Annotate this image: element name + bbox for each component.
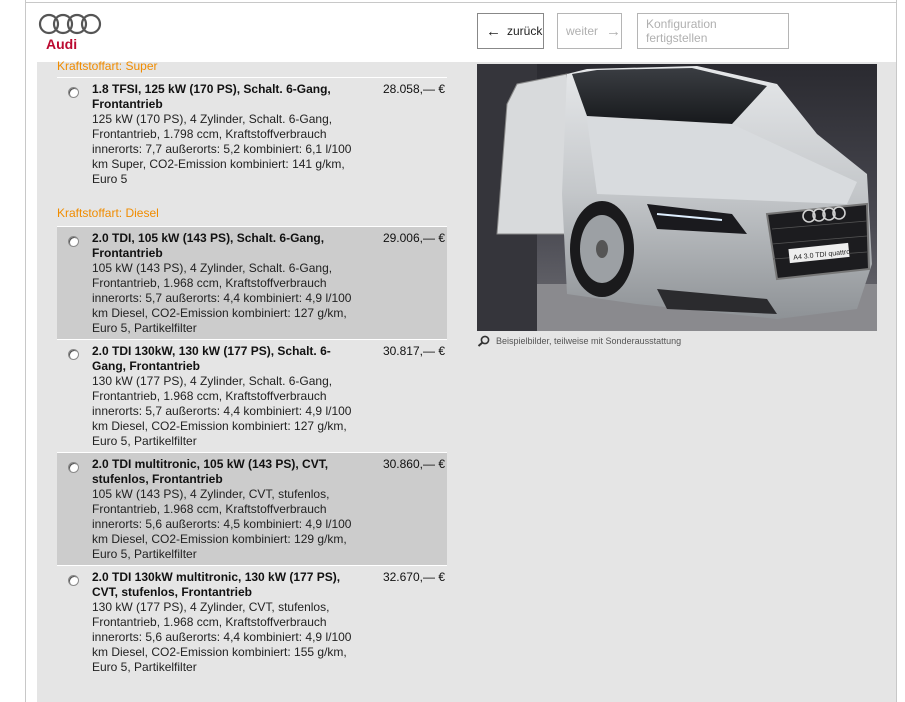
engine-description: 105 kW (143 PS), 4 Zylinder, CVT, stufen…: [92, 487, 352, 561]
engine-row[interactable]: 2.0 TDI, 105 kW (143 PS), Schalt. 6-Gang…: [57, 226, 447, 339]
photo-caption-text: Beispielbilder, teilweise mit Sonderauss…: [496, 336, 682, 346]
car-photo[interactable]: A4 3.0 TDI quattro: [477, 64, 877, 331]
engine-price: 32.670,— €: [382, 570, 445, 584]
category-super: Kraftstoffart: Super: [57, 59, 158, 73]
arrow-left-icon: ←: [486, 22, 501, 40]
engine-title: 2.0 TDI 130kW, 130 kW (177 PS), Schalt. …: [92, 344, 331, 373]
engine-row[interactable]: 1.8 TFSI, 125 kW (170 PS), Schalt. 6-Gan…: [57, 77, 447, 190]
audi-rings-icon: [38, 13, 102, 35]
magnifier-icon[interactable]: [477, 335, 491, 347]
category-diesel: Kraftstoffart: Diesel: [57, 206, 159, 220]
engine-description: 125 kW (170 PS), 4 Zylinder, Schalt. 6-G…: [92, 112, 352, 186]
finish-button-label: Konfiguration fertigstellen: [646, 17, 717, 45]
next-button-label: weiter: [566, 24, 599, 38]
engine-price: 28.058,— €: [382, 82, 445, 96]
content-panel: Kraftstoffart: Super 1.8 TFSI, 125 kW (1…: [37, 59, 896, 702]
engine-radio[interactable]: [68, 462, 79, 473]
back-button[interactable]: ← zurück: [477, 13, 544, 49]
engine-radio[interactable]: [68, 87, 79, 98]
engine-description: 130 kW (177 PS), 4 Zylinder, CVT, stufen…: [92, 600, 352, 674]
engine-price: 29.006,— €: [382, 231, 445, 245]
back-button-label: zurück: [507, 24, 543, 38]
engine-description: 105 kW (143 PS), 4 Zylinder, Schalt. 6-G…: [92, 261, 352, 335]
engine-price: 30.817,— €: [382, 344, 445, 358]
engine-price: 30.860,— €: [382, 457, 445, 471]
left-frame: [0, 0, 26, 702]
photo-caption: Beispielbilder, teilweise mit Sonderauss…: [477, 335, 681, 347]
engine-title: 2.0 TDI 130kW multitronic, 130 kW (177 P…: [92, 570, 341, 599]
right-frame: [896, 0, 905, 702]
engine-row[interactable]: 2.0 TDI multitronic, 105 kW (143 PS), CV…: [57, 452, 447, 565]
car-image: A4 3.0 TDI quattro: [477, 64, 877, 331]
engine-row[interactable]: 2.0 TDI 130kW, 130 kW (177 PS), Schalt. …: [57, 339, 447, 452]
next-button[interactable]: weiter →: [557, 13, 622, 49]
engine-row[interactable]: 2.0 TDI 130kW multitronic, 130 kW (177 P…: [57, 565, 447, 678]
engine-radio[interactable]: [68, 575, 79, 586]
audi-logo[interactable]: Audi: [38, 12, 102, 54]
arrow-right-icon: →: [606, 22, 622, 40]
engine-radio[interactable]: [68, 236, 79, 247]
brand-name: Audi: [46, 36, 78, 52]
engine-radio[interactable]: [68, 349, 79, 360]
finish-configuration-button[interactable]: Konfiguration fertigstellen: [637, 13, 789, 49]
engine-title: 1.8 TFSI, 125 kW (170 PS), Schalt. 6-Gan…: [92, 82, 331, 111]
engine-description: 130 kW (177 PS), 4 Zylinder, Schalt. 6-G…: [92, 374, 352, 448]
engine-title: 2.0 TDI, 105 kW (143 PS), Schalt. 6-Gang…: [92, 231, 325, 260]
engine-title: 2.0 TDI multitronic, 105 kW (143 PS), CV…: [92, 457, 329, 486]
engine-list: Kraftstoffart: Super 1.8 TFSI, 125 kW (1…: [57, 59, 447, 678]
